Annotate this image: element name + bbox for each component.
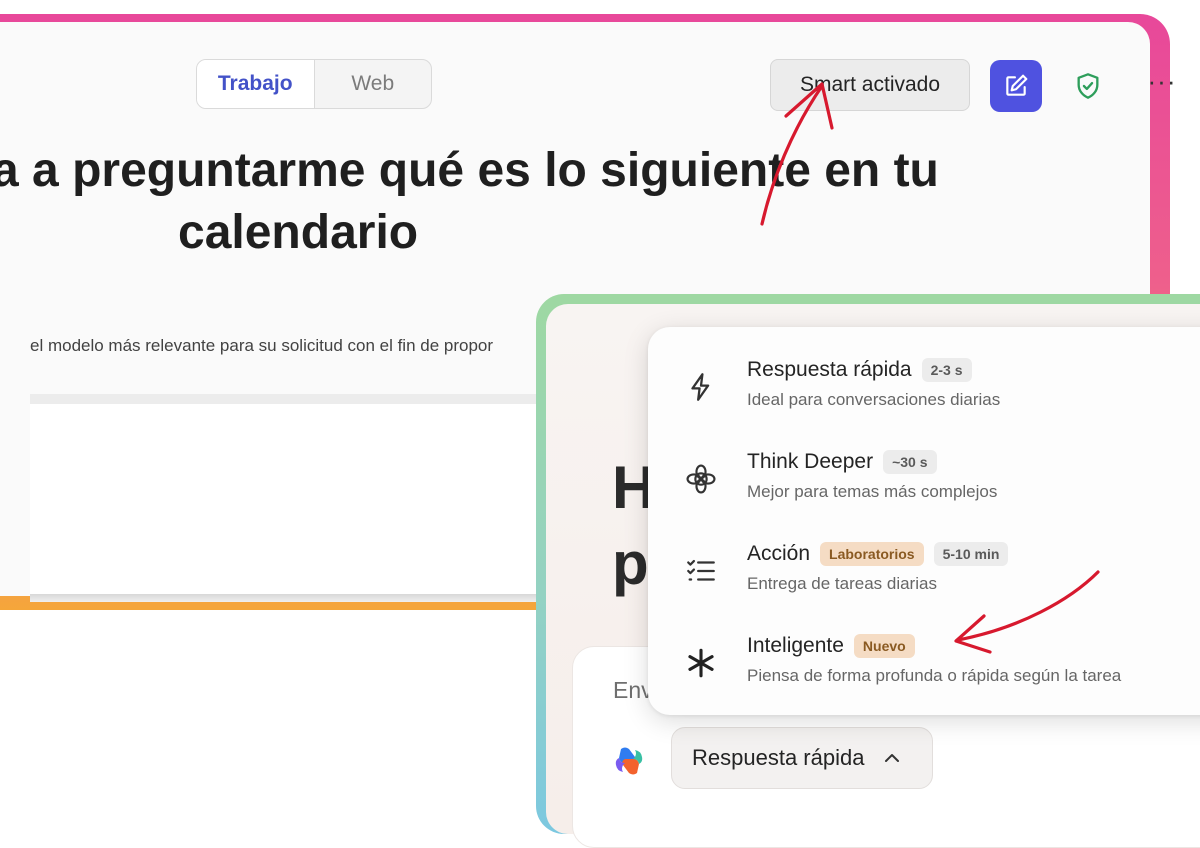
headline-line-1: a a preguntarme qué es lo siguiente en t… [0, 144, 939, 197]
headline-line-2: calendario [178, 206, 419, 259]
copilot-logo-icon [615, 747, 643, 775]
menu-item-subtitle: Piensa de forma profunda o rápida según … [747, 666, 1122, 685]
menu-item-subtitle: Mejor para temas más complejos [747, 482, 998, 501]
divider [30, 594, 590, 602]
new-badge: Nuevo [853, 634, 915, 658]
menu-item-subtitle: Ideal para conversaciones diarias [747, 390, 1001, 409]
menu-item-title: Respuesta rápida [747, 358, 912, 381]
menu-item-title: Acción [747, 542, 811, 565]
response-mode-label: Respuesta rápida [692, 745, 865, 770]
menu-item-accion[interactable]: Acción Laboratorios 5-10 min Entrega de … [648, 540, 1200, 632]
smart-mode-button[interactable]: Smart activado [770, 59, 970, 111]
menu-item-think-deeper[interactable]: Think Deeper ~30 s Mejor para temas más … [648, 448, 1200, 540]
time-badge: 2-3 s [921, 358, 972, 382]
flower-icon [686, 464, 716, 494]
sparkle-asterisk-icon [688, 648, 714, 678]
divider [30, 394, 590, 404]
time-badge: 5-10 min [933, 542, 1009, 566]
chevron-up-icon [885, 754, 900, 762]
more-options-icon[interactable]: ··· [1142, 68, 1182, 100]
tab-web[interactable]: Web [315, 60, 432, 108]
mode-toggle: Trabajo Web [196, 59, 432, 109]
checklist-icon [687, 559, 715, 581]
message-input[interactable]: Env [613, 677, 653, 704]
response-mode-menu: Respuesta rápida 2-3 s Ideal para conver… [648, 327, 1200, 715]
labs-badge: Laboratorios [820, 542, 924, 566]
time-badge: ~30 s [883, 450, 937, 474]
shield-check-icon[interactable] [1074, 72, 1102, 100]
content-area [30, 404, 590, 596]
lightning-icon [691, 373, 710, 401]
new-chat-button[interactable] [990, 60, 1042, 112]
tab-trabajo[interactable]: Trabajo [197, 60, 315, 108]
menu-item-respuesta-rapida[interactable]: Respuesta rápida 2-3 s Ideal para conver… [648, 356, 1200, 448]
menu-item-inteligente[interactable]: Inteligente Nuevo Piensa de forma profun… [648, 632, 1200, 724]
menu-item-title: Think Deeper [747, 450, 874, 473]
response-mode-selector[interactable]: Respuesta rápida [671, 727, 933, 789]
menu-item-title: Inteligente [747, 634, 844, 657]
description-text: el modelo más relevante para su solicitu… [30, 336, 494, 355]
compose-icon [1006, 74, 1028, 96]
menu-item-subtitle: Entrega de tareas diarias [747, 574, 937, 593]
